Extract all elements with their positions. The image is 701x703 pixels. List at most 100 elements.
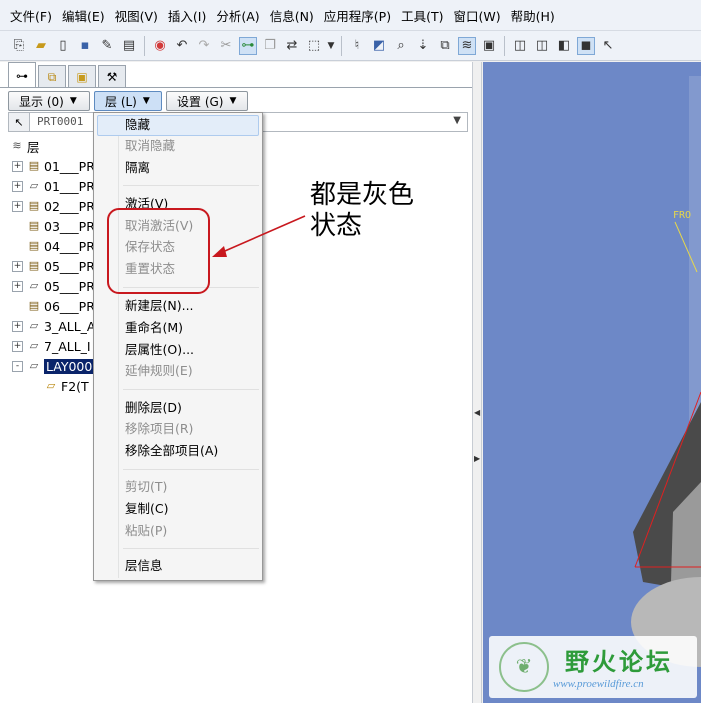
color-wheel-icon[interactable]: ◉: [151, 37, 169, 55]
chevron-down-icon[interactable]: ▼: [327, 37, 335, 55]
save-icon[interactable]: ▪: [76, 37, 94, 55]
menu-item-new-layer[interactable]: 新建层(N)...: [125, 296, 194, 316]
menu-help[interactable]: 帮助(H): [506, 6, 560, 25]
menu-window[interactable]: 窗口(W): [448, 6, 505, 25]
repaint-icon[interactable]: ⇣: [414, 37, 432, 55]
menu-analysis[interactable]: 分析(A): [211, 6, 264, 25]
menu-item-remove-all-items[interactable]: 移除全部项目(A): [125, 441, 218, 461]
tree-item[interactable]: + ▤ 05___PR: [12, 256, 95, 276]
graphics-viewport[interactable]: FRO ❦ 野火论坛 www.proewildfire.cn: [483, 62, 701, 703]
menu-edit[interactable]: 编辑(E): [57, 6, 110, 25]
menu-item-layer-properties[interactable]: 层属性(O)...: [125, 340, 194, 360]
model-tree-tab[interactable]: ⊶: [8, 62, 36, 88]
copy-icon[interactable]: ❐: [261, 37, 279, 55]
menu-separator: [123, 185, 259, 186]
expand-icon[interactable]: +: [12, 180, 23, 192]
menu-item-remove-items[interactable]: 移除项目(R): [125, 419, 193, 439]
tree-root[interactable]: ≋ 层: [10, 136, 39, 156]
menu-applications[interactable]: 应用程序(P): [319, 6, 396, 25]
print-icon[interactable]: ▤: [120, 37, 138, 55]
collapse-icon[interactable]: -: [12, 360, 23, 372]
new-file-icon[interactable]: ⎘: [10, 37, 28, 55]
box-outline-icon[interactable]: ◫: [533, 37, 551, 55]
expand-icon[interactable]: +: [12, 320, 23, 332]
expand-icon[interactable]: +: [12, 200, 23, 212]
tree-child-item[interactable]: ▱ F2(T: [44, 376, 89, 396]
layer-dropdown[interactable]: 层 (L) ▼: [94, 91, 162, 111]
expand-icon[interactable]: +: [12, 280, 23, 292]
layer-menu: 隐藏 取消隐藏 隔离 激活(V) 取消激活(V) 保存状态 重置状态 新建层(N…: [93, 112, 263, 581]
zoom-fit-icon[interactable]: ◩: [370, 37, 388, 55]
plane-icon: ▱: [29, 179, 39, 192]
chevron-down-icon: ▼: [69, 96, 77, 106]
tree-item[interactable]: + ▤ 01___PR: [12, 156, 95, 176]
help-cursor-icon[interactable]: ↖: [599, 37, 617, 55]
menu-file[interactable]: 文件(F): [0, 6, 57, 25]
paste-icon[interactable]: ⇄: [283, 37, 301, 55]
box-outline-icon[interactable]: ◫: [511, 37, 529, 55]
menu-view[interactable]: 视图(V): [110, 6, 163, 25]
redo-icon[interactable]: ↷: [195, 37, 213, 55]
tree-item[interactable]: + ▤ 02___PR: [12, 196, 95, 216]
tree-item[interactable]: ▤ 03___PR: [12, 216, 95, 236]
expand-icon[interactable]: +: [12, 260, 23, 272]
menu-tools[interactable]: 工具(T): [396, 6, 448, 25]
menu-item-isolate[interactable]: 隔离: [125, 158, 150, 178]
menu-item-layer-info[interactable]: 层信息: [125, 556, 163, 576]
layer-icon[interactable]: ⧉: [436, 37, 454, 55]
sketch-icon[interactable]: ♮: [348, 37, 366, 55]
layer-tree-tab[interactable]: ⧉: [38, 65, 66, 88]
plane-icon: ▱: [29, 339, 39, 352]
collapse-left-icon[interactable]: ◀: [474, 408, 480, 417]
settings-dropdown[interactable]: 设置 (G) ▼: [166, 91, 248, 111]
menu-item-paste[interactable]: 粘贴(P): [125, 521, 167, 541]
plane-icon: ▱: [29, 359, 39, 372]
saved-view-icon[interactable]: ≋: [458, 36, 476, 55]
tree-toggle-icon[interactable]: ⊶: [239, 36, 257, 55]
box-hidden-icon[interactable]: ◧: [555, 37, 573, 55]
box-shaded-icon[interactable]: ◼: [577, 36, 595, 55]
plane-icon: ▱: [29, 319, 39, 332]
chevron-down-icon[interactable]: ▼: [453, 115, 461, 126]
zoom-icon[interactable]: ⌕: [392, 37, 410, 55]
tree-item-selected[interactable]: - ▱ LAY000: [12, 356, 95, 376]
edit-icon[interactable]: ✎: [98, 37, 116, 55]
menu-item-copy[interactable]: 复制(C): [125, 499, 168, 519]
tree-item[interactable]: + ▱ 3_ALL_A: [12, 316, 95, 336]
folder-tab[interactable]: ▣: [68, 65, 96, 88]
layer-dropdown-label: 层 (L): [105, 94, 137, 109]
menu-item-delete-layer[interactable]: 删除层(D): [125, 398, 182, 418]
tree-item-label: 01___PR: [44, 158, 95, 174]
menu-item-cut[interactable]: 剪切(T): [125, 477, 167, 497]
navigator-tabs: ⊶ ⧉ ▣ ⚒: [8, 62, 128, 88]
watermark-logo: ❦ 野火论坛 www.proewildfire.cn: [489, 636, 697, 698]
expand-icon[interactable]: +: [12, 340, 23, 352]
show-dropdown[interactable]: 显示 (0) ▼: [8, 91, 90, 111]
menu-item-rename[interactable]: 重命名(M): [125, 318, 183, 338]
menu-info[interactable]: 信息(N): [265, 6, 319, 25]
menu-item-extend-rules[interactable]: 延伸规则(E): [125, 361, 193, 381]
select-box-icon[interactable]: ⬚: [305, 37, 323, 55]
favorites-tab[interactable]: ⚒: [98, 65, 126, 88]
tree-item[interactable]: ▤ 06___PR: [12, 296, 95, 316]
tree-item[interactable]: + ▱ 01___PR: [12, 176, 95, 196]
tree-item[interactable]: ▤ 04___PR: [12, 236, 95, 256]
undo-icon[interactable]: ↶: [173, 37, 191, 55]
annotation-text: 都是灰色 状态: [310, 180, 414, 242]
main-toolbar: ⎘ ▰ ▯ ▪ ✎ ▤ ◉ ↶ ↷ ✂ ⊶ ❐ ⇄ ⬚ ▼ ♮ ◩ ⌕ ⇣ ⧉ …: [0, 31, 701, 61]
panel-splitter[interactable]: ◀ ▶: [472, 62, 482, 703]
box-icon[interactable]: ▣: [480, 37, 498, 55]
show-dropdown-label: 显示 (0): [19, 94, 64, 109]
toolbar-separator: [504, 35, 505, 56]
tree-item[interactable]: + ▱ 7_ALL_I: [12, 336, 91, 356]
tab-divider: [0, 87, 472, 88]
expand-icon[interactable]: +: [12, 160, 23, 172]
cut-icon[interactable]: ✂: [217, 37, 235, 55]
tree-item[interactable]: + ▱ 05___PR: [12, 276, 95, 296]
menu-item-unhide[interactable]: 取消隐藏: [125, 136, 175, 156]
menu-item-hide[interactable]: 隐藏: [125, 115, 150, 135]
blank-page-icon[interactable]: ▯: [54, 37, 72, 55]
expand-right-icon[interactable]: ▶: [474, 454, 480, 463]
open-icon[interactable]: ▰: [32, 37, 50, 55]
menu-insert[interactable]: 插入(I): [163, 6, 211, 25]
